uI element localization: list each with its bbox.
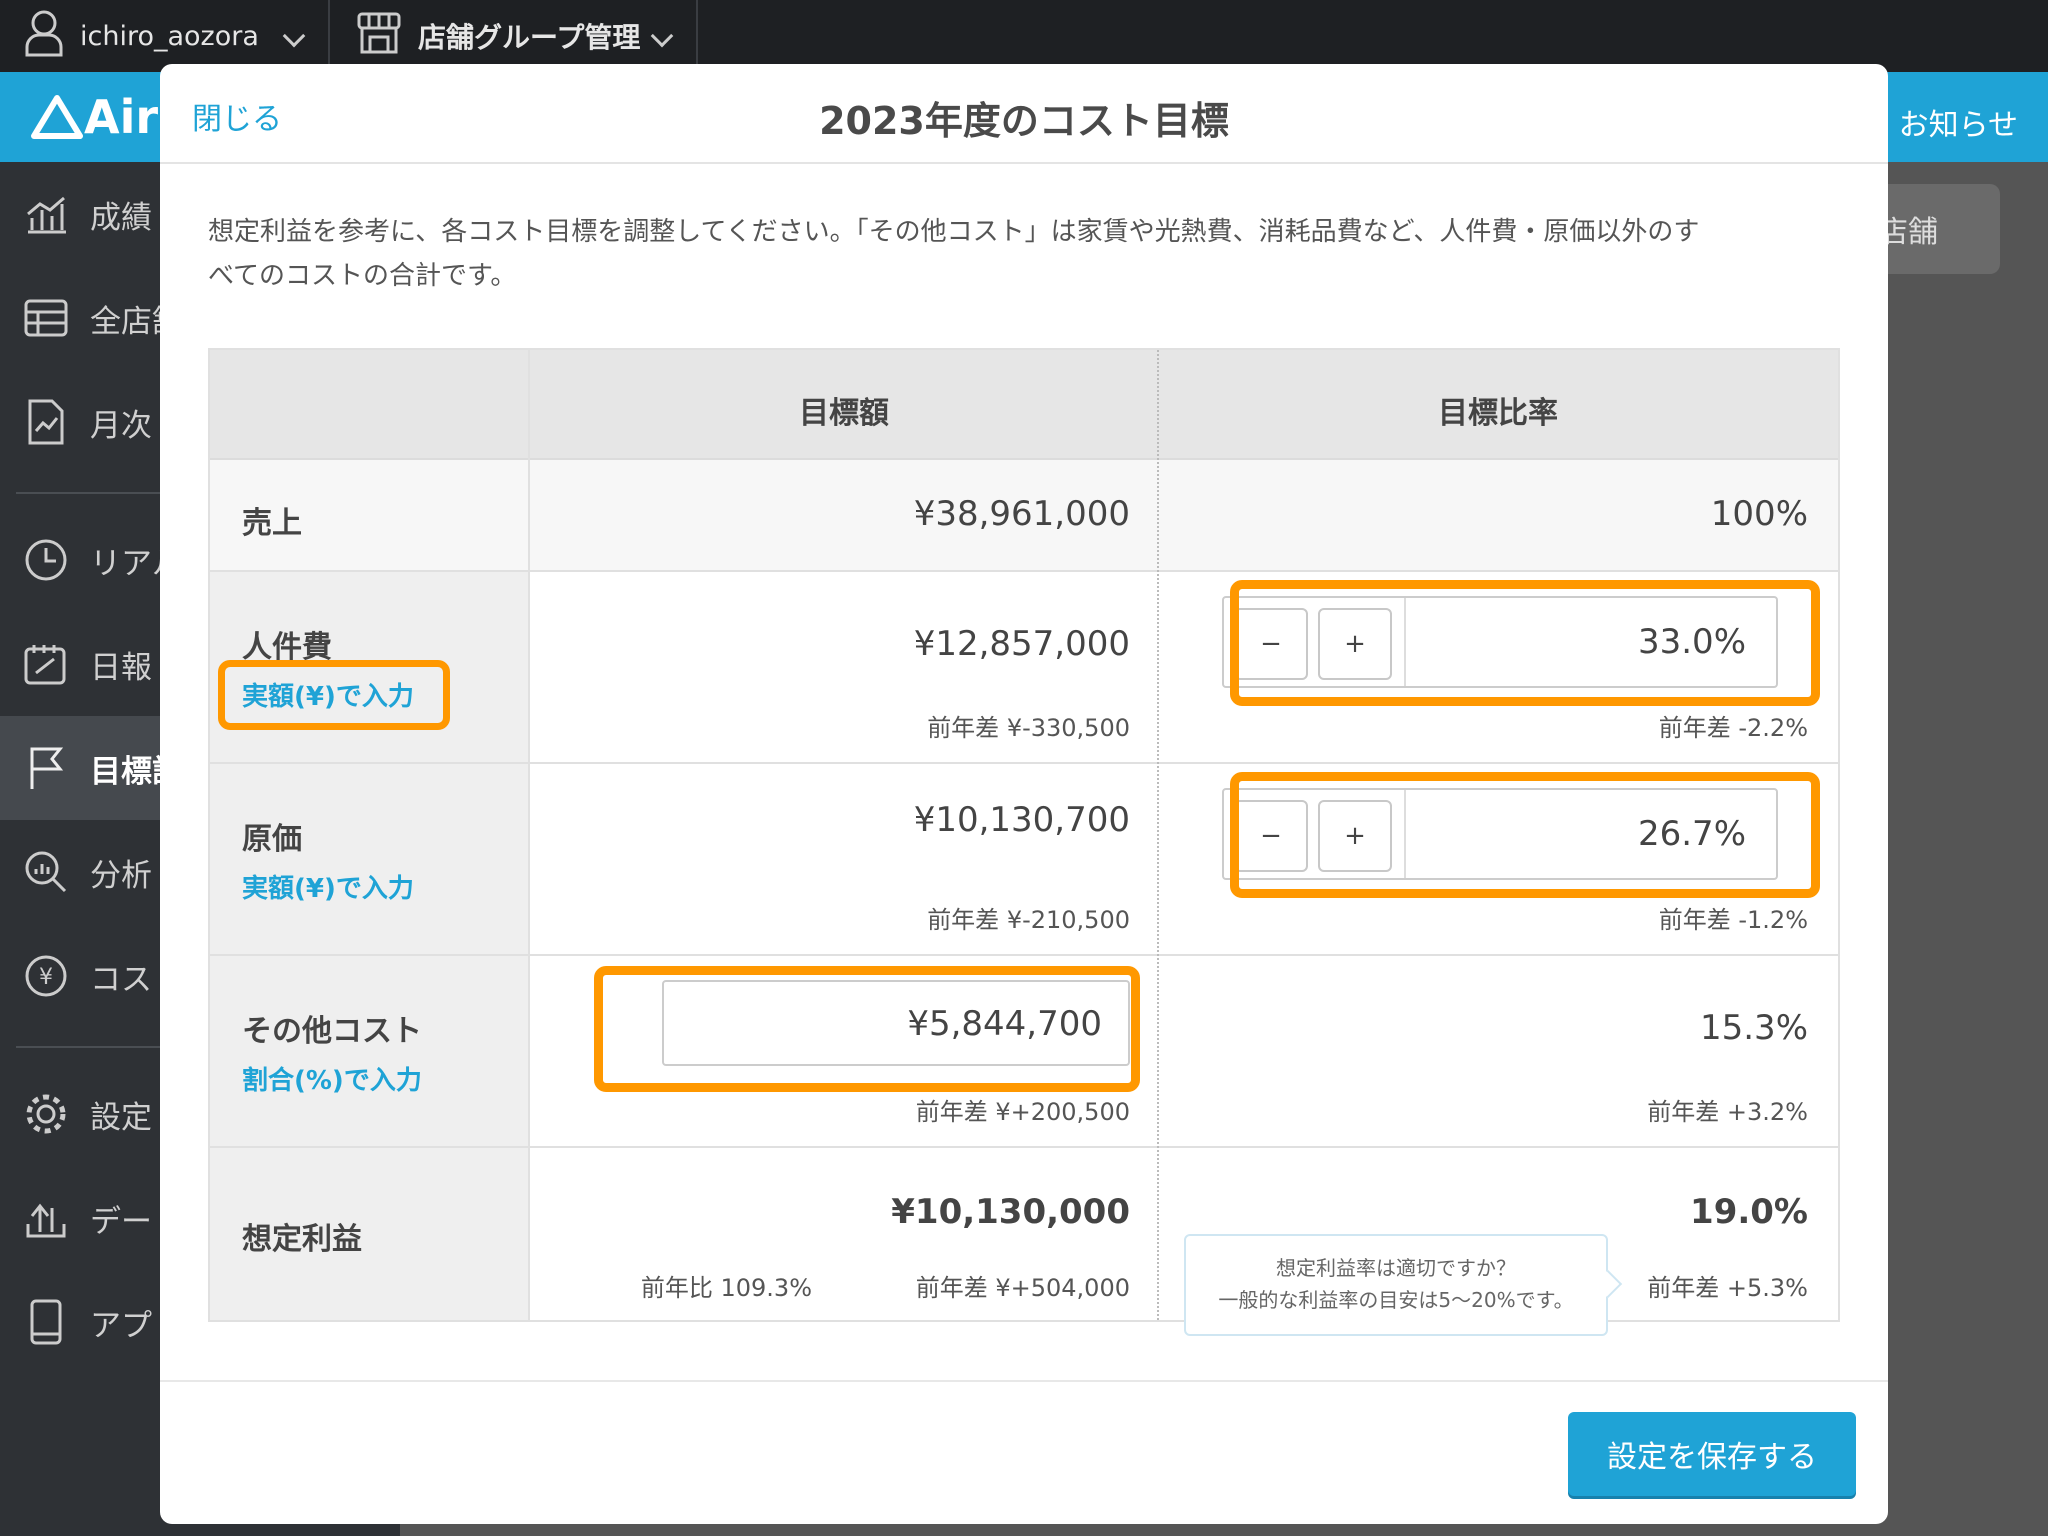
svg-text:¥: ¥	[39, 965, 53, 990]
highlight-labor-stepper	[1230, 580, 1820, 706]
modal-title: 2023年度のコスト目標	[819, 99, 1229, 143]
cost-amount: ¥10,130,700	[913, 800, 1130, 840]
row-label-sales: 売上	[242, 506, 302, 541]
labor-amount: ¥12,857,000	[913, 624, 1130, 664]
column-divider-dotted	[1157, 350, 1159, 1320]
col-header-rate: 目標比率	[1438, 396, 1558, 431]
modal-footer-divider	[160, 1380, 1888, 1382]
table-icon	[22, 294, 70, 342]
other-cost-input-mode-link[interactable]: 割合(%)で入力	[242, 1060, 422, 1097]
bar-chart-icon	[22, 190, 70, 238]
monthly-report-icon	[22, 398, 70, 446]
daily-report-icon	[22, 640, 70, 688]
row-label-other-cost: その他コスト	[242, 1014, 422, 1049]
labor-rate-diff: 前年差 -2.2%	[1658, 714, 1808, 742]
column-divider	[528, 350, 530, 1320]
chevron-down-icon	[650, 24, 674, 48]
modal-description: 想定利益を参考に、各コスト目標を調整してください。「その他コスト」は家賃や光熱費…	[208, 217, 1700, 291]
gear-icon	[22, 1090, 70, 1138]
col-header-amount: 目標額	[799, 396, 889, 431]
profit-yoy: 前年比 109.3%	[640, 1274, 812, 1302]
highlight-cost-stepper	[1230, 772, 1820, 898]
phone-icon	[22, 1298, 70, 1346]
profit-rate-tooltip: 想定利益率は適切ですか？ 一般的な利益率の目安は5〜20%です。	[1184, 1234, 1623, 1336]
app-logo[interactable]: Airl	[30, 90, 174, 144]
table-header-row: 目標額 目標比率	[210, 350, 1838, 460]
sales-amount: ¥38,961,000	[913, 494, 1130, 534]
store-group-menu[interactable]: 店舗グループ管理	[332, 0, 698, 72]
highlight-labor-link	[218, 660, 450, 730]
profit-rate: 19.0%	[1690, 1192, 1808, 1232]
clock-icon	[22, 536, 70, 584]
cost-amount-diff: 前年差 ¥-210,500	[927, 906, 1130, 934]
row-label-cost: 原価	[242, 822, 302, 857]
store-icon	[356, 11, 402, 62]
profit-amount-diff: 前年差 ¥+504,000	[915, 1274, 1130, 1302]
profit-amount: ¥10,130,000	[891, 1192, 1130, 1232]
logo-triangle-icon	[31, 95, 83, 139]
modal-header: 閉じる 2023年度のコスト目標	[160, 64, 1888, 164]
store-group-label: 店舗グループ管理	[418, 21, 641, 54]
save-settings-button[interactable]: 設定を保存する	[1568, 1412, 1856, 1496]
other-cost-amount-diff: 前年差 ¥+200,500	[915, 1098, 1130, 1126]
other-cost-rate: 15.3%	[1699, 1008, 1808, 1048]
row-label-profit: 想定利益	[242, 1222, 362, 1257]
profit-rate-diff: 前年差 +5.3%	[1647, 1274, 1808, 1302]
cost-goal-modal: 閉じる 2023年度のコスト目標 想定利益を参考に、各コスト目標を調整してくださ…	[160, 64, 1888, 1524]
other-cost-rate-diff: 前年差 +3.2%	[1647, 1098, 1808, 1126]
labor-amount-diff: 前年差 ¥-330,500	[927, 714, 1130, 742]
table-row-sales: 売上 ¥38,961,000 100%	[210, 460, 1838, 572]
sales-rate: 100%	[1710, 494, 1808, 534]
notice-link[interactable]: お知らせ	[1899, 100, 2018, 144]
analysis-icon	[22, 848, 70, 896]
upload-icon	[22, 1194, 70, 1242]
user-menu[interactable]: ichiro_aozora	[0, 0, 330, 72]
user-icon	[24, 9, 64, 64]
cost-input-mode-link[interactable]: 実額(¥)で入力	[242, 868, 414, 905]
cost-rate-diff: 前年差 -1.2%	[1658, 906, 1808, 934]
top-bar: ichiro_aozora 店舗グループ管理	[0, 0, 2048, 72]
highlight-other-cost-input	[594, 966, 1140, 1092]
chevron-down-icon	[282, 24, 306, 48]
user-name: ichiro_aozora	[80, 20, 259, 52]
yen-icon: ¥	[22, 952, 70, 1000]
flag-icon	[22, 744, 70, 792]
